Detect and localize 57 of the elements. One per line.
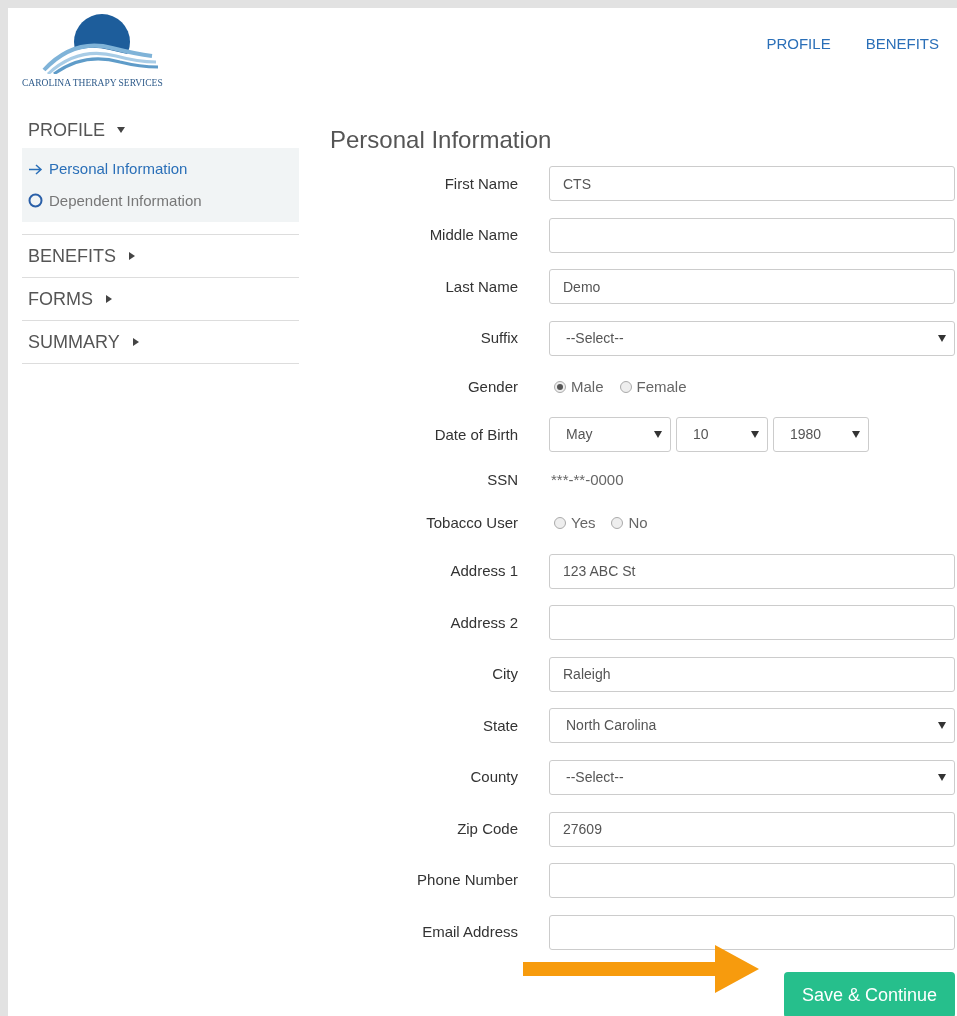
- nav-link[interactable]: BENEFITS: [865, 33, 939, 56]
- field-label: Date of Birth: [433, 424, 518, 445]
- logo-icon: [40, 12, 160, 74]
- sidebar-section[interactable]: FORMS: [22, 285, 93, 313]
- field-label: Zip Code: [456, 818, 518, 839]
- text-field[interactable]: [549, 605, 955, 641]
- field-label: Address 2: [449, 612, 518, 633]
- field-label: City: [491, 664, 518, 685]
- select-field[interactable]: --Select--: [549, 760, 955, 796]
- field-label: Address 1: [449, 560, 518, 581]
- field-label: SSN: [486, 470, 518, 491]
- sidebar-section[interactable]: PROFILE: [22, 116, 106, 144]
- caret-down-icon: [938, 335, 946, 343]
- field-label: Last Name: [444, 276, 518, 297]
- radio-label[interactable]: Male: [571, 375, 604, 399]
- submenu-item[interactable]: Personal Information: [49, 158, 188, 181]
- text-field[interactable]: [549, 914, 955, 950]
- caret-down-icon: [852, 431, 860, 439]
- nav-link[interactable]: PROFILE: [766, 33, 831, 56]
- field-label: Middle Name: [428, 225, 518, 246]
- text-field[interactable]: 123 ABC St: [549, 553, 955, 589]
- caret-down-icon: [938, 722, 946, 730]
- field-label: First Name: [443, 173, 518, 194]
- radio-button[interactable]: [554, 380, 566, 393]
- select-field[interactable]: 1980: [773, 417, 869, 453]
- select-field[interactable]: --Select--: [549, 321, 955, 357]
- ssn-value: ***-**-0000: [550, 470, 625, 491]
- text-field[interactable]: [549, 217, 955, 253]
- field-label: Gender: [466, 376, 518, 397]
- text-field[interactable]: [549, 863, 955, 899]
- submenu-item[interactable]: Dependent Information: [49, 189, 202, 212]
- field-label: Email Address: [421, 922, 518, 943]
- form-title: Personal Information: [330, 125, 553, 155]
- text-field[interactable]: Raleigh: [549, 656, 955, 692]
- field-label: Phone Number: [416, 870, 518, 891]
- sidebar-section[interactable]: BENEFITS: [22, 242, 116, 270]
- radio-button[interactable]: [554, 516, 566, 529]
- caret-down-icon: [938, 774, 946, 782]
- radio-button[interactable]: [619, 380, 632, 393]
- sidebar-section[interactable]: SUMMARY: [22, 328, 120, 356]
- text-field[interactable]: CTS: [549, 166, 955, 202]
- text-field[interactable]: 27609: [549, 811, 955, 847]
- radio-label[interactable]: Female: [636, 375, 687, 399]
- caret-down-icon: [751, 431, 759, 439]
- radio-label[interactable]: Yes: [571, 511, 596, 535]
- logo-text: CAROLINA THERAPY SERVICES: [22, 77, 164, 90]
- field-label: County: [469, 767, 518, 788]
- field-label: Suffix: [479, 328, 518, 349]
- caret-down-icon: [654, 431, 662, 439]
- radio-label[interactable]: No: [628, 511, 648, 535]
- select-field[interactable]: 10: [676, 417, 768, 453]
- text-field[interactable]: Demo: [549, 269, 955, 305]
- radio-button[interactable]: [611, 516, 624, 529]
- select-field[interactable]: May: [549, 417, 671, 453]
- select-field[interactable]: North Carolina: [549, 708, 955, 744]
- field-label: State: [481, 715, 518, 736]
- field-label: Tobacco User: [425, 512, 518, 533]
